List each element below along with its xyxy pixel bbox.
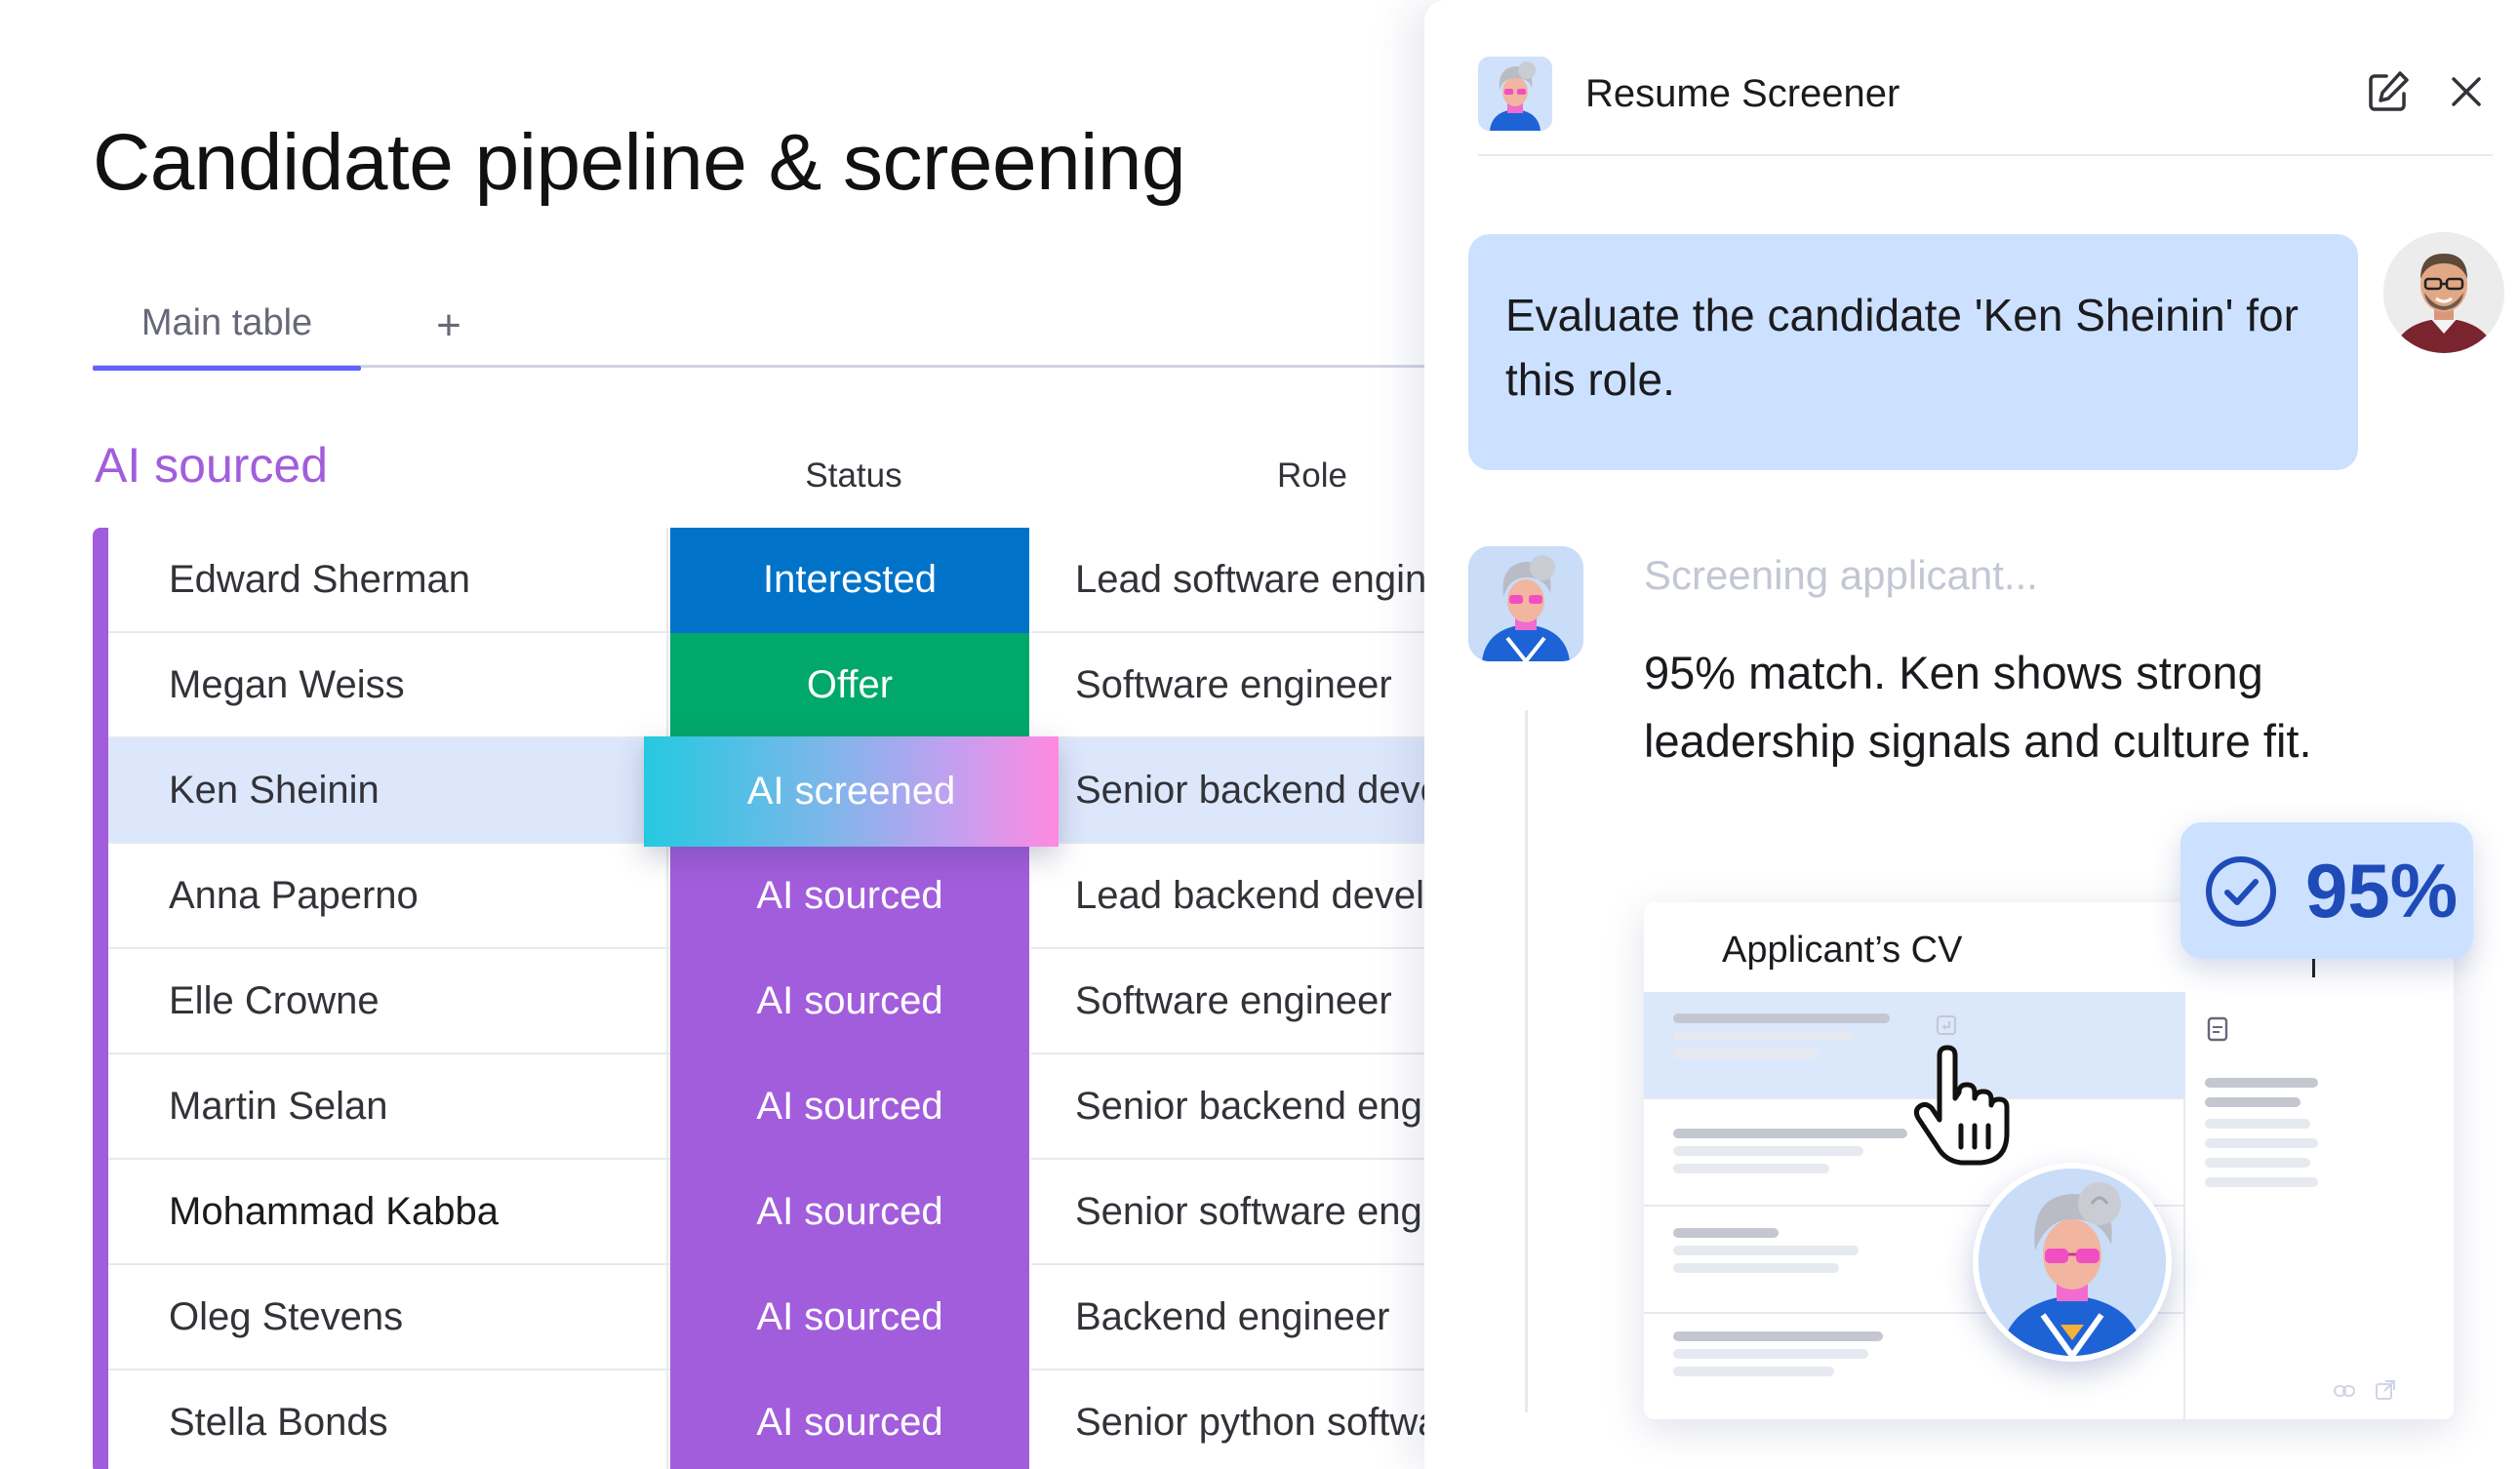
candidate-name-cell[interactable]: Ken Sheinin bbox=[108, 738, 668, 842]
cv-tab-marker bbox=[2312, 956, 2315, 977]
panel-title: Resume Screener bbox=[1585, 72, 1900, 115]
edit-icon[interactable] bbox=[2361, 64, 2416, 119]
agent-answer: 95% match. Ken shows strong leadership s… bbox=[1644, 647, 2312, 767]
tab-main-table[interactable]: Main table bbox=[93, 293, 361, 371]
status-cell[interactable]: AI sourced bbox=[670, 1370, 1031, 1469]
page-title: Candidate pipeline & screening bbox=[93, 118, 1186, 207]
status-cell[interactable]: AI sourced bbox=[670, 1160, 1031, 1265]
column-header-status[interactable]: Status bbox=[673, 457, 1034, 496]
link-icon bbox=[2334, 1385, 2355, 1397]
table-row[interactable]: Stella Bonds AI sourced Senior python soft… bbox=[108, 1370, 1424, 1469]
add-tab-button[interactable]: + bbox=[424, 297, 473, 355]
agent-large-avatar bbox=[1973, 1163, 2172, 1362]
role-cell[interactable]: Senior backend developer bbox=[1031, 738, 1424, 842]
board: Candidate pipeline & screening Main tabl… bbox=[0, 0, 1424, 1469]
role-cell[interactable]: Software engineer bbox=[1031, 633, 1424, 736]
resume-screener-panel: Resume Screener Evaluate the candidate '… bbox=[1424, 0, 2520, 1469]
match-score: 95% bbox=[2305, 848, 2459, 933]
candidate-name-cell[interactable]: Anna Paperno bbox=[108, 844, 668, 947]
table-row[interactable]: Elle Crowne AI sourced Software engineer bbox=[108, 949, 1424, 1054]
table-row[interactable]: Oleg Stevens AI sourced Backend engineer bbox=[108, 1265, 1424, 1370]
enter-icon bbox=[1937, 1015, 1956, 1035]
board-tabs: Main table + bbox=[93, 293, 1424, 371]
role-cell[interactable]: Senior backend engineer bbox=[1031, 1054, 1424, 1158]
cv-preview bbox=[2185, 992, 2454, 1419]
candidate-name-cell[interactable]: Martin Selan bbox=[108, 1054, 668, 1158]
role-cell[interactable]: Senior software engineer bbox=[1031, 1160, 1424, 1263]
role-cell[interactable]: Lead software engineer bbox=[1031, 528, 1424, 631]
agent-avatar bbox=[1478, 57, 1552, 131]
table-row[interactable]: Edward Sherman Interested Lead software en… bbox=[108, 528, 1424, 633]
match-score-badge: 95% bbox=[2180, 822, 2473, 959]
candidate-name-cell[interactable]: Megan Weiss bbox=[108, 633, 668, 736]
table-row[interactable]: Martin Selan AI sourced Senior backend eng… bbox=[108, 1054, 1424, 1160]
user-avatar bbox=[2383, 232, 2504, 353]
table-row[interactable]: Megan Weiss Offer Software engineer bbox=[108, 633, 1424, 738]
hand-cursor-icon bbox=[1913, 1045, 2010, 1166]
role-cell[interactable]: Senior python software engineer bbox=[1031, 1370, 1424, 1469]
candidate-name-cell[interactable]: Stella Bonds bbox=[108, 1370, 668, 1469]
candidate-name-cell[interactable]: Elle Crowne bbox=[108, 949, 668, 1052]
role-cell[interactable]: Software engineer bbox=[1031, 949, 1424, 1052]
agent-message-avatar bbox=[1468, 546, 1583, 661]
candidate-name-cell[interactable]: Edward Sherman bbox=[108, 528, 668, 631]
close-icon[interactable] bbox=[2439, 64, 2494, 119]
check-circle-icon bbox=[2206, 856, 2276, 927]
status-cell[interactable]: AI sourced bbox=[670, 1265, 1031, 1370]
thread-line bbox=[1525, 710, 1528, 1412]
user-message: Evaluate the candidate 'Ken Sheinin' for… bbox=[1468, 234, 2358, 470]
candidate-name-cell[interactable]: Mohammad Kabba bbox=[108, 1160, 668, 1263]
status-cell-ai-screened[interactable]: AI screened bbox=[644, 736, 1059, 847]
table-row[interactable]: Anna Paperno AI sourced Lead backend devel… bbox=[108, 844, 1424, 949]
group-title[interactable]: AI sourced bbox=[95, 437, 328, 494]
screening-status: Screening applicant... bbox=[1644, 552, 2038, 598]
role-cell[interactable]: Backend engineer bbox=[1031, 1265, 1424, 1369]
status-cell[interactable]: AI sourced bbox=[670, 844, 1031, 949]
status-cell[interactable]: Offer bbox=[670, 633, 1031, 738]
table-row[interactable]: Mohammad Kabba AI sourced Senior software … bbox=[108, 1160, 1424, 1265]
candidate-name-cell[interactable]: Oleg Stevens bbox=[108, 1265, 668, 1369]
open-external-icon bbox=[2376, 1380, 2395, 1400]
panel-header: Resume Screener bbox=[1478, 57, 2493, 156]
role-cell[interactable]: Lead backend developer bbox=[1031, 844, 1424, 947]
document-icon bbox=[2207, 1016, 2228, 1042]
cv-title: Applicant’s CV bbox=[1722, 930, 1963, 971]
status-cell[interactable]: AI sourced bbox=[670, 1054, 1031, 1160]
group-color-bar bbox=[93, 528, 108, 1469]
status-cell[interactable]: AI sourced bbox=[670, 949, 1031, 1054]
status-cell[interactable]: Interested bbox=[670, 528, 1031, 633]
